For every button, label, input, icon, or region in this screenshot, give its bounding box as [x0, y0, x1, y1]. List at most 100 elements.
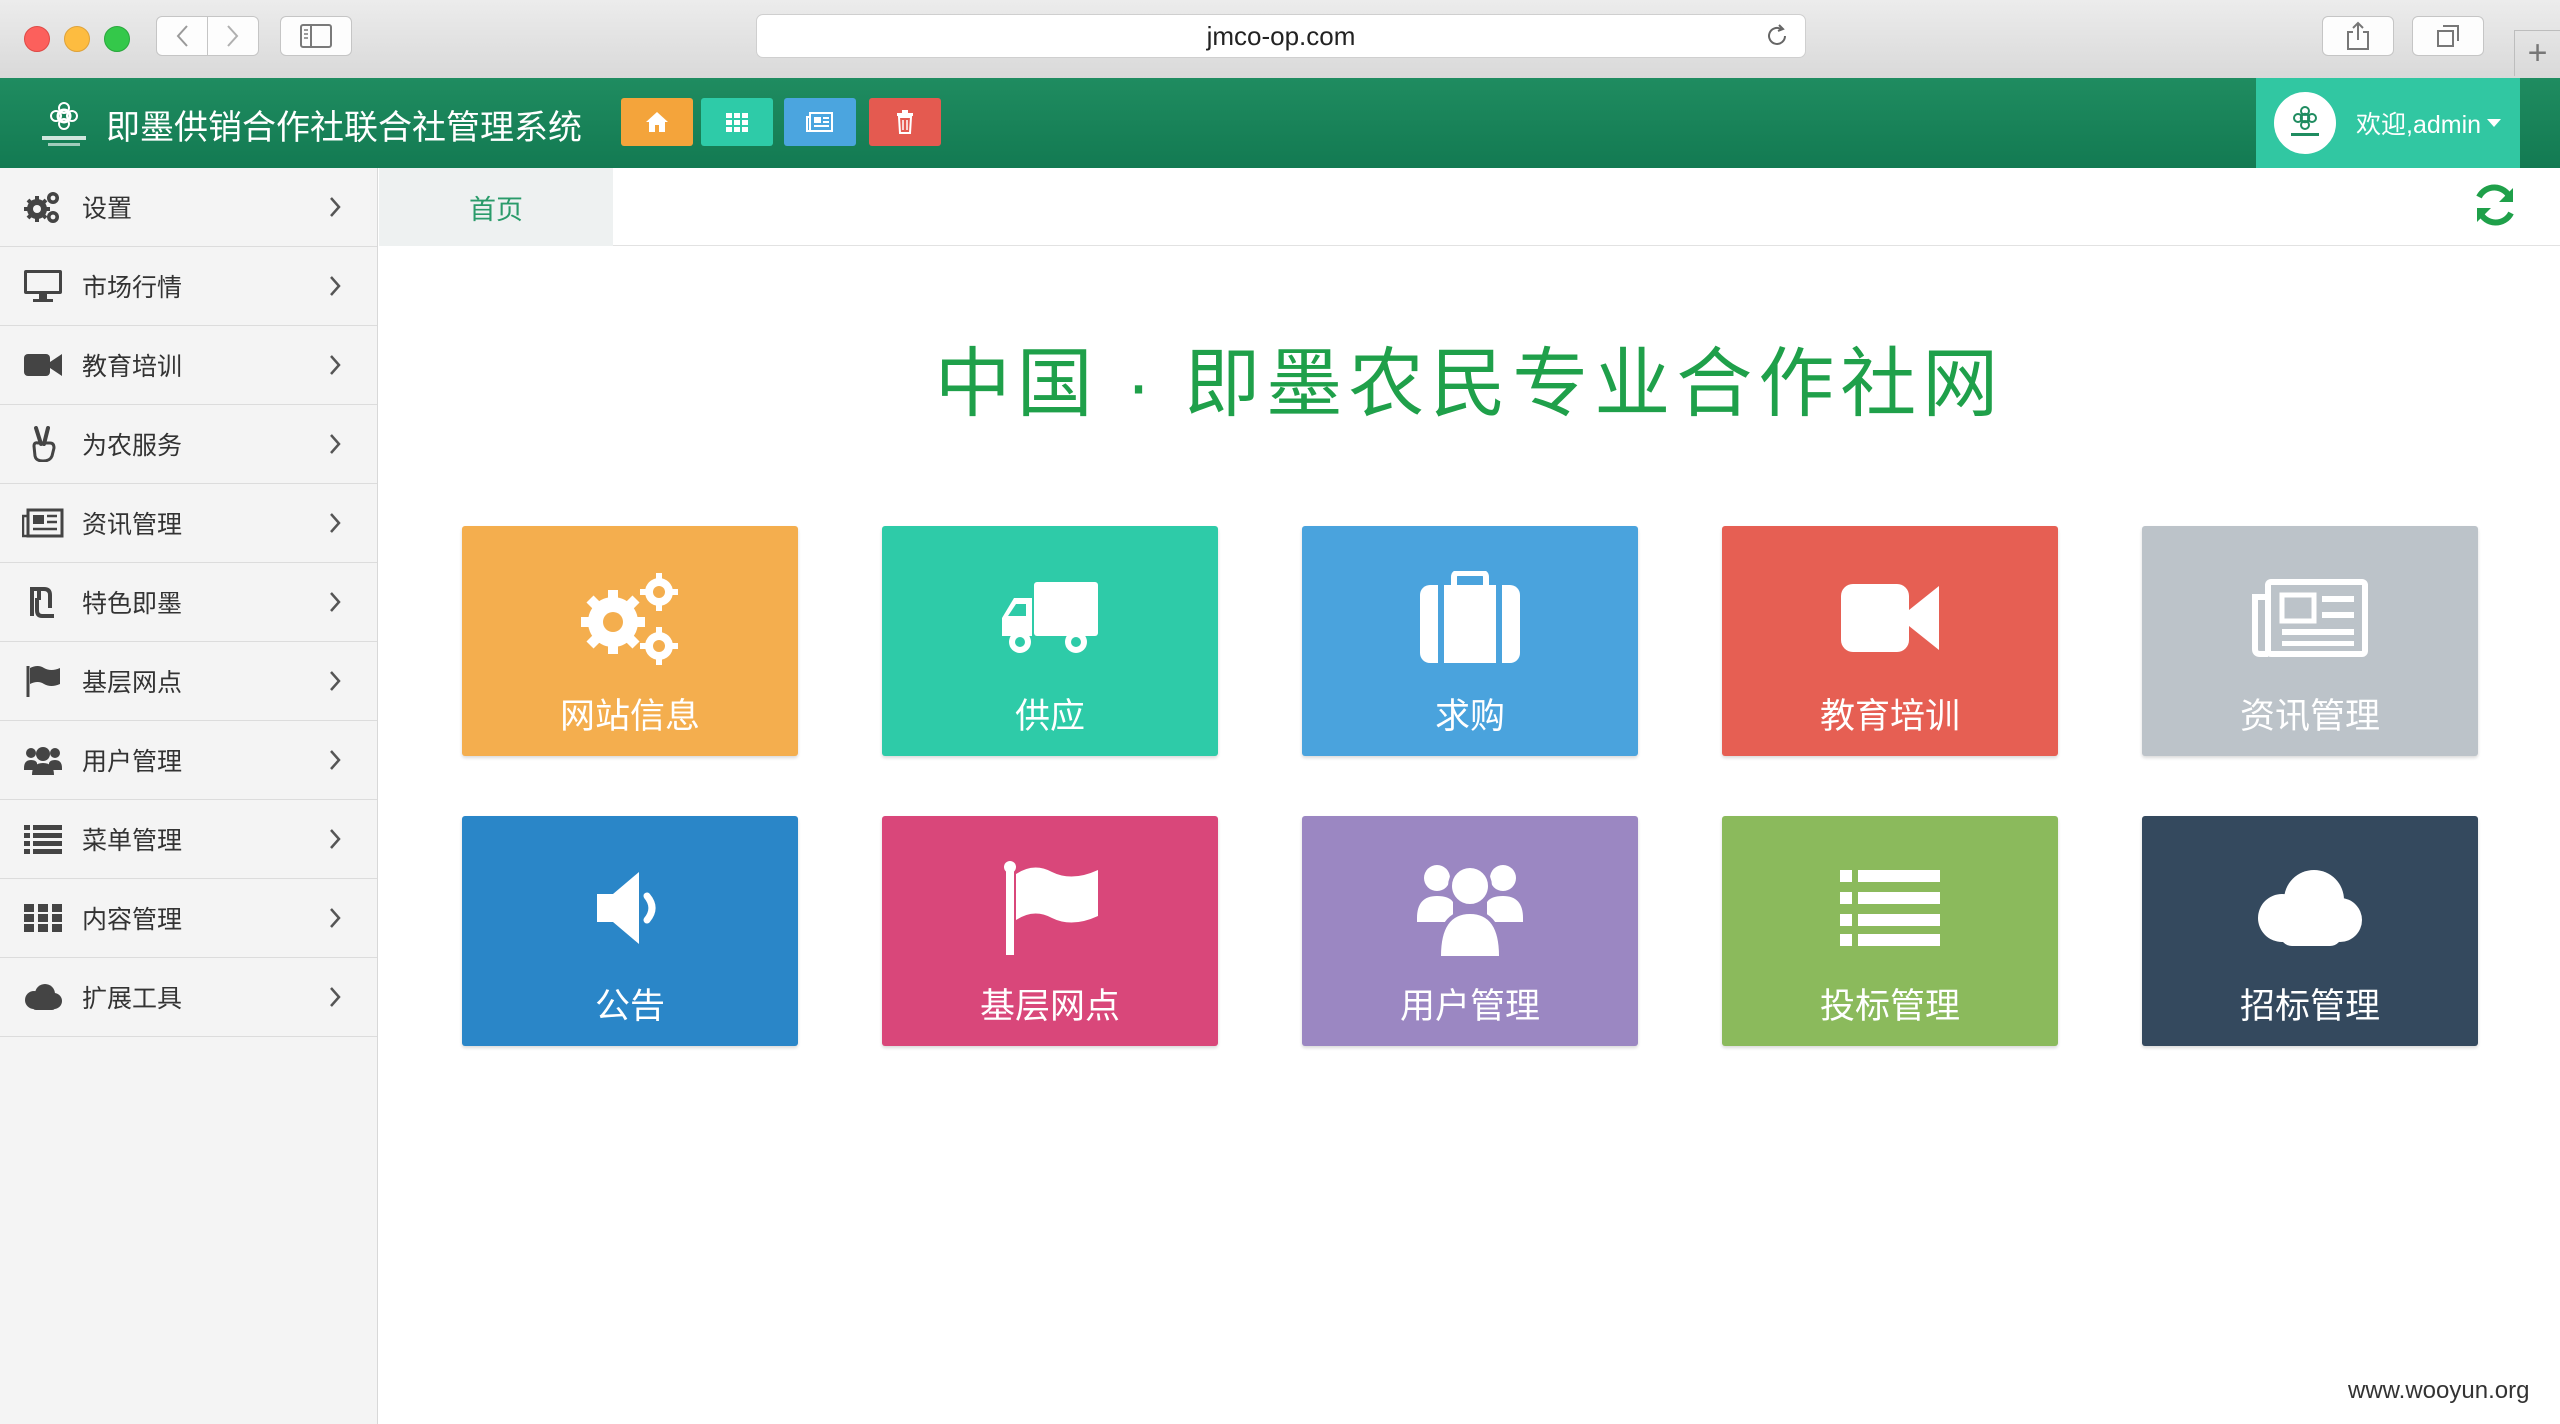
back-button[interactable]: [156, 16, 208, 56]
tile-announcement[interactable]: 公告: [462, 816, 798, 1046]
tile-tender-management[interactable]: 招标管理: [2142, 816, 2478, 1046]
chevron-left-icon: [176, 25, 188, 47]
home-shortcut-button[interactable]: [621, 98, 693, 146]
tile-label: 招标管理: [2239, 987, 2380, 1026]
tile-label: 求购: [1434, 697, 1505, 736]
cloud-icon: [2142, 854, 2478, 962]
flag-icon: [22, 662, 64, 700]
chevron-right-icon: [330, 750, 341, 770]
tab-bar: 首页: [379, 168, 2560, 246]
grid-shortcut-button[interactable]: [701, 98, 773, 146]
user-menu[interactable]: 欢迎,admin: [2256, 78, 2520, 168]
tile-supply[interactable]: 供应: [882, 526, 1218, 756]
watermark: www.wooyun.org: [2348, 1377, 2530, 1404]
volume-icon: [462, 854, 798, 962]
caret-down-icon: [2487, 119, 2502, 127]
url-text: jmco-op.com: [1206, 20, 1356, 51]
flag-icon: [882, 854, 1218, 962]
shekel-icon: [22, 583, 64, 621]
coop-logo: [42, 102, 86, 146]
chevron-right-icon: [330, 592, 341, 612]
sidebar-item-education[interactable]: 教育培训: [0, 326, 377, 405]
tile-user-management[interactable]: 用户管理: [1302, 816, 1638, 1046]
video-camera-icon: [22, 346, 64, 384]
tile-site-info[interactable]: 网站信息: [462, 526, 798, 756]
app-title: 即墨供销合作社联合社管理系统: [106, 109, 582, 147]
sidebar-item-content-management[interactable]: 内容管理: [0, 879, 377, 958]
news-shortcut-button[interactable]: [784, 98, 856, 146]
chevron-right-icon: [227, 25, 239, 47]
minimize-window-button[interactable]: [64, 26, 90, 52]
chevron-right-icon: [330, 987, 341, 1007]
sidebar-item-label: 扩展工具: [82, 985, 183, 1013]
sidebar-item-news[interactable]: 资讯管理: [0, 484, 377, 563]
trash-shortcut-button[interactable]: [869, 98, 941, 146]
show-tabs-button[interactable]: [2412, 16, 2484, 56]
coop-logo-avatar: [2291, 106, 2319, 136]
home-icon: [646, 112, 668, 132]
users-icon: [1302, 854, 1638, 962]
address-bar[interactable]: jmco-op.com: [756, 14, 1806, 58]
chevron-right-icon: [330, 671, 341, 691]
sidebar-item-label: 基层网点: [82, 669, 183, 697]
truck-icon: [882, 564, 1218, 672]
share-icon: [2347, 21, 2369, 50]
chevron-right-icon: [330, 197, 341, 217]
grid-icon: [22, 899, 64, 937]
sidebar-item-label: 内容管理: [82, 906, 183, 934]
chevron-right-icon: [330, 908, 341, 928]
sidebar-item-outlets[interactable]: 基层网点: [0, 642, 377, 721]
sidebar-item-featured-jimo[interactable]: 特色即墨: [0, 563, 377, 642]
sidebar-item-label: 用户管理: [82, 748, 183, 776]
tab-home[interactable]: 首页: [379, 168, 613, 246]
tile-education[interactable]: 教育培训: [1722, 526, 2058, 756]
newspaper-icon: [806, 112, 833, 132]
app-header: 即墨供销合作社联合社管理系统 欢迎,admin: [0, 78, 2560, 168]
tile-bid-management[interactable]: 投标管理: [1722, 816, 2058, 1046]
tile-label: 网站信息: [559, 697, 700, 736]
newspaper-icon: [22, 504, 64, 542]
sidebar-item-settings[interactable]: 设置: [0, 168, 377, 247]
tabs-overview-icon: [2437, 25, 2459, 47]
chevron-right-icon: [330, 829, 341, 849]
close-window-button[interactable]: [24, 26, 50, 52]
tile-label: 用户管理: [1399, 987, 1540, 1026]
sidebar-item-extension-tools[interactable]: 扩展工具: [0, 958, 377, 1037]
new-tab-button[interactable]: +: [2514, 30, 2560, 76]
avatar: [2274, 92, 2336, 154]
refresh-icon[interactable]: [2469, 180, 2521, 230]
tile-label: 投标管理: [1819, 987, 1960, 1026]
chevron-right-icon: [330, 355, 341, 375]
sidebar-item-label: 为农服务: [82, 432, 183, 460]
trash-icon: [897, 110, 913, 134]
share-button[interactable]: [2322, 16, 2394, 56]
sidebar-item-farm-service[interactable]: 为农服务: [0, 405, 377, 484]
zoom-window-button[interactable]: [104, 26, 130, 52]
sidebar-item-label: 资讯管理: [82, 511, 183, 539]
newspaper-icon: [2142, 564, 2478, 672]
sidebar-item-menu-management[interactable]: 菜单管理: [0, 800, 377, 879]
victory-hand-icon: [22, 425, 64, 463]
tile-purchase-request[interactable]: 求购: [1302, 526, 1638, 756]
gears-icon: [462, 564, 798, 672]
tile-news-management[interactable]: 资讯管理: [2142, 526, 2478, 756]
show-sidebar-button[interactable]: [280, 16, 352, 56]
tile-label: 教育培训: [1819, 697, 1960, 736]
sidebar-item-label: 菜单管理: [82, 827, 183, 855]
sidebar-item-label: 教育培训: [82, 353, 183, 381]
sidebar-item-market[interactable]: 市场行情: [0, 247, 377, 326]
grid-icon: [726, 113, 748, 132]
tile-label: 资讯管理: [2239, 697, 2380, 736]
sidebar-item-users[interactable]: 用户管理: [0, 721, 377, 800]
tile-label: 供应: [1014, 697, 1085, 736]
tile-label: 基层网点: [979, 987, 1120, 1026]
tile-outlets[interactable]: 基层网点: [882, 816, 1218, 1046]
reload-icon[interactable]: [1763, 22, 1791, 50]
video-camera-icon: [1722, 564, 2058, 672]
gears-icon: [22, 188, 64, 226]
list-icon: [1722, 854, 2058, 962]
briefcase-icon: [1302, 564, 1638, 672]
user-greeting: 欢迎,admin: [2356, 111, 2482, 139]
browser-chrome: jmco-op.com +: [0, 0, 2560, 79]
forward-button[interactable]: [207, 16, 259, 56]
